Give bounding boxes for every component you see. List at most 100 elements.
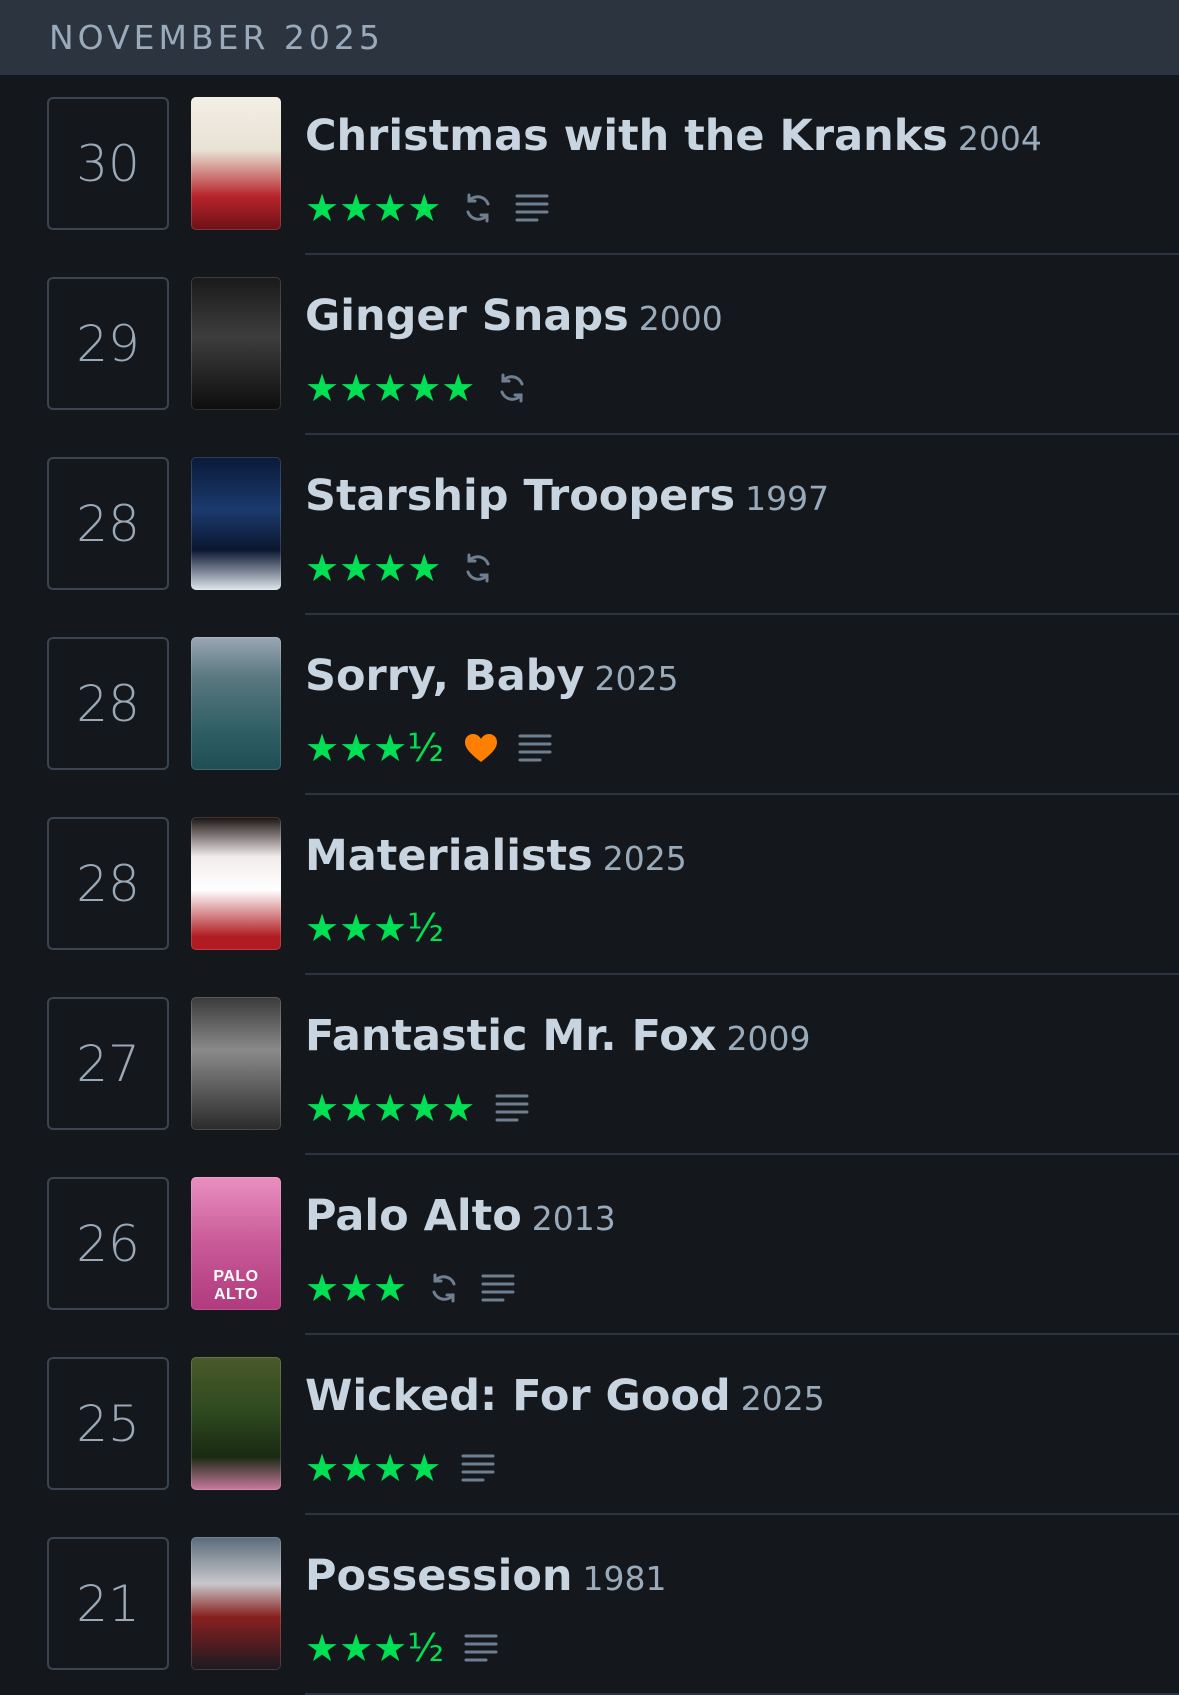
diary-entry[interactable]: 21 Possession 1981 ★★★½ [0, 1515, 1179, 1695]
day-number: 29 [76, 314, 140, 373]
film-year[interactable]: 2025 [595, 659, 679, 698]
entry-info: Possession 1981 ★★★½ [305, 1547, 1179, 1673]
rewatch-icon [427, 1271, 461, 1305]
heart-icon [464, 733, 498, 763]
film-year[interactable]: 1981 [583, 1559, 667, 1598]
film-poster[interactable] [191, 457, 281, 590]
day-box[interactable]: 25 [47, 1357, 169, 1490]
meta-line: ★★★★★ [305, 363, 1179, 413]
film-poster[interactable] [191, 1537, 281, 1670]
day-number: 21 [76, 1574, 140, 1633]
review-icon [461, 1453, 495, 1483]
day-box[interactable]: 28 [47, 457, 169, 590]
meta-line: ★★★ [305, 1263, 1179, 1313]
title-line: Materialists 2025 [305, 827, 1179, 895]
film-poster[interactable]: PALO ALTO [191, 1177, 281, 1310]
film-year[interactable]: 2000 [639, 299, 723, 338]
title-line: Possession 1981 [305, 1547, 1179, 1615]
diary-entry[interactable]: 28 Materialists 2025 ★★★½ [0, 795, 1179, 975]
review-icon [464, 1633, 498, 1663]
month-header: NOVEMBER 2025 [0, 0, 1179, 75]
day-number: 28 [76, 854, 140, 913]
star-rating: ★★★ [305, 1266, 408, 1310]
star-rating: ★★★½ [305, 1626, 445, 1670]
film-year[interactable]: 2004 [958, 119, 1042, 158]
month-label: NOVEMBER 2025 [49, 18, 384, 57]
film-poster[interactable] [191, 1357, 281, 1490]
star-rating: ★★★★ [305, 186, 442, 230]
film-year[interactable]: 2025 [741, 1379, 825, 1418]
film-title[interactable]: Palo Alto [305, 1191, 522, 1241]
diary-entry[interactable]: 28 Sorry, Baby 2025 ★★★½ [0, 615, 1179, 795]
review-icon [515, 193, 549, 223]
day-number: 30 [76, 134, 140, 193]
film-year[interactable]: 1997 [745, 479, 829, 518]
star-rating: ★★★★ [305, 546, 442, 590]
title-line: Christmas with the Kranks 2004 [305, 107, 1179, 175]
film-title[interactable]: Fantastic Mr. Fox [305, 1011, 716, 1061]
meta-line: ★★★½ [305, 903, 1179, 953]
diary-entry[interactable]: 26 PALO ALTO Palo Alto 2013 ★★★ [0, 1155, 1179, 1335]
review-icon [495, 1093, 529, 1123]
film-poster[interactable] [191, 817, 281, 950]
title-line: Ginger Snaps 2000 [305, 287, 1179, 355]
title-line: Palo Alto 2013 [305, 1187, 1179, 1255]
star-rating: ★★★½ [305, 906, 445, 950]
star-rating: ★★★★★ [305, 366, 476, 410]
day-box[interactable]: 30 [47, 97, 169, 230]
meta-line: ★★★½ [305, 1623, 1179, 1673]
day-box[interactable]: 28 [47, 637, 169, 770]
film-poster[interactable] [191, 277, 281, 410]
film-year[interactable]: 2025 [603, 839, 687, 878]
film-year[interactable]: 2013 [532, 1199, 616, 1238]
film-title[interactable]: Sorry, Baby [305, 651, 585, 701]
meta-line: ★★★★★ [305, 1083, 1179, 1133]
day-box[interactable]: 28 [47, 817, 169, 950]
film-poster[interactable] [191, 97, 281, 230]
diary-entry[interactable]: 28 Starship Troopers 1997 ★★★★ [0, 435, 1179, 615]
film-year[interactable]: 2009 [726, 1019, 810, 1058]
entry-info: Wicked: For Good 2025 ★★★★ [305, 1367, 1179, 1493]
diary-entry[interactable]: 27 Fantastic Mr. Fox 2009 ★★★★★ [0, 975, 1179, 1155]
entry-info: Materialists 2025 ★★★½ [305, 827, 1179, 953]
star-rating: ★★★★★ [305, 1086, 476, 1130]
day-box[interactable]: 26 [47, 1177, 169, 1310]
title-line: Sorry, Baby 2025 [305, 647, 1179, 715]
meta-line: ★★★★ [305, 543, 1179, 593]
day-number: 25 [76, 1394, 140, 1453]
title-line: Starship Troopers 1997 [305, 467, 1179, 535]
diary-list: 30 Christmas with the Kranks 2004 ★★★★ 29… [0, 75, 1179, 1695]
film-title[interactable]: Starship Troopers [305, 471, 735, 521]
day-box[interactable]: 29 [47, 277, 169, 410]
meta-line: ★★★★ [305, 183, 1179, 233]
meta-line: ★★★★ [305, 1443, 1179, 1493]
entry-info: Fantastic Mr. Fox 2009 ★★★★★ [305, 1007, 1179, 1133]
day-box[interactable]: 27 [47, 997, 169, 1130]
day-number: 28 [76, 494, 140, 553]
diary-entry[interactable]: 29 Ginger Snaps 2000 ★★★★★ [0, 255, 1179, 435]
film-title[interactable]: Materialists [305, 831, 593, 881]
poster-title-text: PALO ALTO [213, 1268, 259, 1303]
title-line: Fantastic Mr. Fox 2009 [305, 1007, 1179, 1075]
day-number: 27 [76, 1034, 140, 1093]
film-poster[interactable] [191, 637, 281, 770]
day-box[interactable]: 21 [47, 1537, 169, 1670]
day-number: 28 [76, 674, 140, 733]
title-line: Wicked: For Good 2025 [305, 1367, 1179, 1435]
rewatch-icon [461, 551, 495, 585]
diary-entry[interactable]: 30 Christmas with the Kranks 2004 ★★★★ [0, 75, 1179, 255]
day-number: 26 [76, 1214, 140, 1273]
rewatch-icon [495, 371, 529, 405]
review-icon [481, 1273, 515, 1303]
diary-entry[interactable]: 25 Wicked: For Good 2025 ★★★★ [0, 1335, 1179, 1515]
star-rating: ★★★½ [305, 726, 445, 770]
film-title[interactable]: Ginger Snaps [305, 291, 629, 341]
film-title[interactable]: Christmas with the Kranks [305, 111, 948, 161]
entry-info: Ginger Snaps 2000 ★★★★★ [305, 287, 1179, 413]
film-poster[interactable] [191, 997, 281, 1130]
film-title[interactable]: Wicked: For Good [305, 1371, 731, 1421]
film-title[interactable]: Possession [305, 1551, 573, 1601]
entry-info: Starship Troopers 1997 ★★★★ [305, 467, 1179, 593]
meta-line: ★★★½ [305, 723, 1179, 773]
review-icon [518, 733, 552, 763]
